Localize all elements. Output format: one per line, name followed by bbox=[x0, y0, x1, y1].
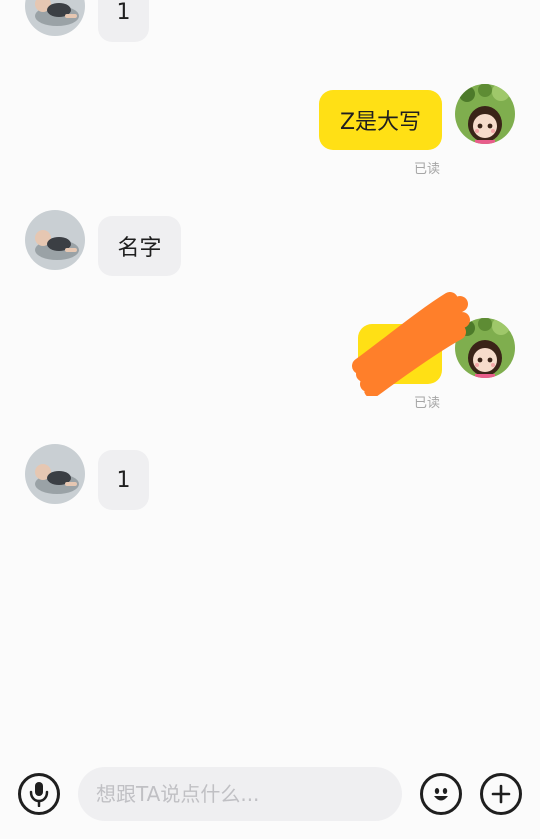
baby-photo-icon bbox=[25, 210, 85, 270]
message-input[interactable] bbox=[78, 767, 402, 821]
baby-photo-icon bbox=[25, 444, 85, 504]
plus-icon bbox=[491, 784, 511, 804]
microphone-icon bbox=[29, 782, 49, 807]
message-bubble[interactable]: Z是大写 bbox=[319, 90, 442, 150]
contact-avatar[interactable] bbox=[25, 444, 85, 504]
my-avatar[interactable] bbox=[455, 84, 515, 144]
composer-bar bbox=[0, 752, 540, 839]
more-button[interactable] bbox=[480, 773, 522, 815]
contact-avatar[interactable] bbox=[25, 0, 85, 36]
message-bubble[interactable]: 名字 bbox=[98, 216, 181, 276]
contact-avatar[interactable] bbox=[25, 210, 85, 270]
cartoon-girl-avatar-icon bbox=[455, 84, 515, 144]
message-bubble[interactable]: 1 bbox=[98, 450, 149, 510]
smiley-icon bbox=[434, 788, 448, 801]
emoji-button[interactable] bbox=[420, 773, 462, 815]
message-row-incoming: 1 bbox=[0, 0, 540, 46]
voice-button[interactable] bbox=[18, 773, 60, 815]
message-row-incoming: 名字 bbox=[0, 210, 540, 280]
baby-photo-icon bbox=[25, 0, 85, 36]
read-receipt: 已读 bbox=[414, 162, 441, 177]
message-row-incoming: 1 bbox=[0, 444, 540, 514]
redaction-scribble bbox=[352, 292, 470, 396]
message-bubble[interactable]: 1 bbox=[98, 0, 149, 42]
message-row-outgoing: Z是大写 已读 bbox=[0, 84, 540, 179]
